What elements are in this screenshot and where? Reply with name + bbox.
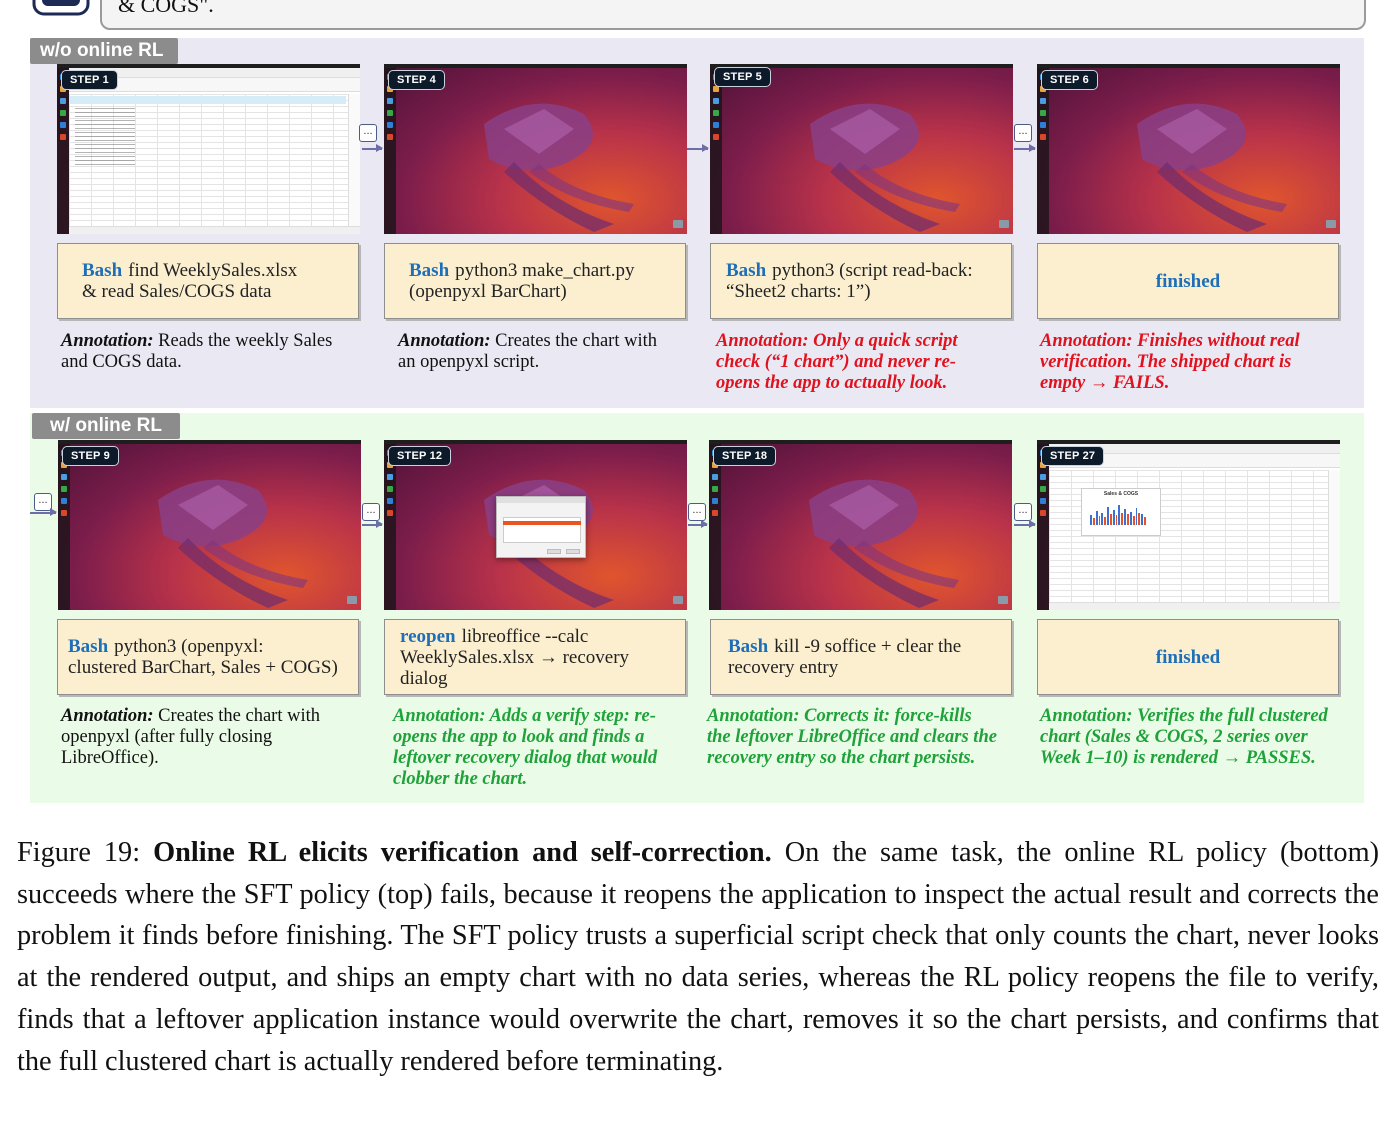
- action-box: Bash kill -9 soffice + clear the recovery…: [710, 619, 1012, 695]
- panel-label: w/o online RL: [30, 38, 178, 64]
- action-box: Bash python3 (openpyxl: clustered BarChar…: [57, 619, 359, 695]
- arrow-right-icon: [1014, 145, 1036, 151]
- step-annotation: Annotation: Creates the chart with an op…: [398, 331, 657, 372]
- trash-icon: [673, 220, 683, 228]
- step-badge: STEP 1: [61, 70, 118, 90]
- jellyfish-wallpaper-icon: [1137, 103, 1287, 232]
- arrow-right-icon: [362, 521, 383, 527]
- arrow-right-icon: [1014, 521, 1036, 527]
- skipped-steps-marker: ...: [1014, 124, 1032, 142]
- trash-icon: [347, 596, 357, 604]
- step-badge: STEP 18: [713, 446, 777, 466]
- jellyfish-wallpaper-icon: [809, 479, 959, 608]
- caption-body: On the same task, the online RL policy (…: [17, 837, 1380, 1077]
- spreadsheet-window: [69, 68, 360, 234]
- action-box: Bash python3 (script read-back: “Sheet2 c…: [710, 243, 1012, 319]
- jellyfish-wallpaper-icon: [158, 479, 308, 608]
- skipped-steps-marker: ...: [688, 503, 706, 521]
- jellyfish-wallpaper-icon: [484, 103, 634, 232]
- arrow-right-icon: [362, 145, 383, 151]
- jellyfish-wallpaper-icon: [810, 103, 960, 232]
- panel-label: w/ online RL: [32, 413, 180, 439]
- step-annotation: Annotation: Adds a verify step: re-opens…: [393, 706, 658, 789]
- step-badge: STEP 9: [62, 446, 119, 466]
- step-screenshot: Sales & COGS STEP 27: [1037, 440, 1340, 610]
- action-box: Bash python3 make_chart.py (openpyxl BarC…: [384, 243, 686, 319]
- arrow-right-icon: [687, 145, 709, 151]
- skipped-steps-marker: ...: [1014, 503, 1032, 521]
- trash-icon: [1326, 220, 1336, 228]
- step-screenshot: STEP 9: [58, 440, 361, 610]
- step-screenshot: STEP 6: [1037, 64, 1340, 234]
- step-annotation: Annotation: Reads the weekly Sales and C…: [61, 331, 333, 372]
- action-box: finished: [1037, 243, 1339, 319]
- step-annotation: Annotation: Finishes without real verifi…: [1040, 331, 1300, 393]
- trash-icon: [999, 220, 1009, 228]
- step-badge: STEP 6: [1041, 70, 1098, 90]
- finished-label: finished: [1155, 270, 1221, 292]
- step-badge: STEP 27: [1041, 446, 1105, 466]
- action-box: finished: [1037, 619, 1339, 695]
- step-badge: STEP 12: [388, 446, 452, 466]
- task-prompt-box: [100, 0, 1366, 30]
- step-badge: STEP 5: [714, 67, 771, 87]
- step-annotation: Annotation: Creates the chart with openp…: [61, 706, 320, 768]
- skipped-steps-marker: ...: [362, 503, 380, 521]
- step-screenshot: STEP 1: [57, 64, 360, 234]
- step-annotation: Annotation: Corrects it: force-kills the…: [707, 706, 997, 768]
- skipped-steps-marker: ...: [359, 124, 377, 142]
- arrow-right-icon: [688, 521, 708, 527]
- recovery-dialog: [496, 496, 586, 558]
- clustered-bar-chart: Sales & COGS: [1081, 488, 1161, 536]
- step-screenshot: STEP 18: [709, 440, 1012, 610]
- trash-icon: [998, 596, 1008, 604]
- action-box: Bash find WeeklySales.xlsx & read Sales/C…: [57, 243, 359, 319]
- step-screenshot: STEP 4: [384, 64, 687, 234]
- caption-title: Online RL elicits verification and self-…: [153, 837, 772, 868]
- task-prompt-text: & COGS".: [118, 0, 214, 17]
- figure-caption: Figure 19: Online RL elicits verificatio…: [17, 832, 1379, 1082]
- step-annotation: Annotation: Only a quick script check (“…: [716, 331, 958, 393]
- robot-avatar-icon: [32, 0, 90, 16]
- step-screenshot: STEP 12: [384, 440, 687, 610]
- figure-number: Figure 19:: [17, 837, 141, 868]
- spreadsheet-window: Sales & COGS: [1049, 444, 1340, 610]
- action-box: reopen libreoffice --calc WeeklySales.xls…: [384, 619, 686, 695]
- step-badge: STEP 4: [388, 70, 445, 90]
- step-screenshot: STEP 5: [710, 64, 1013, 234]
- arrow-right-icon: [30, 509, 57, 515]
- finished-label: finished: [1155, 646, 1221, 668]
- trash-icon: [673, 596, 683, 604]
- step-annotation: Annotation: Verifies the full clustered …: [1040, 706, 1328, 768]
